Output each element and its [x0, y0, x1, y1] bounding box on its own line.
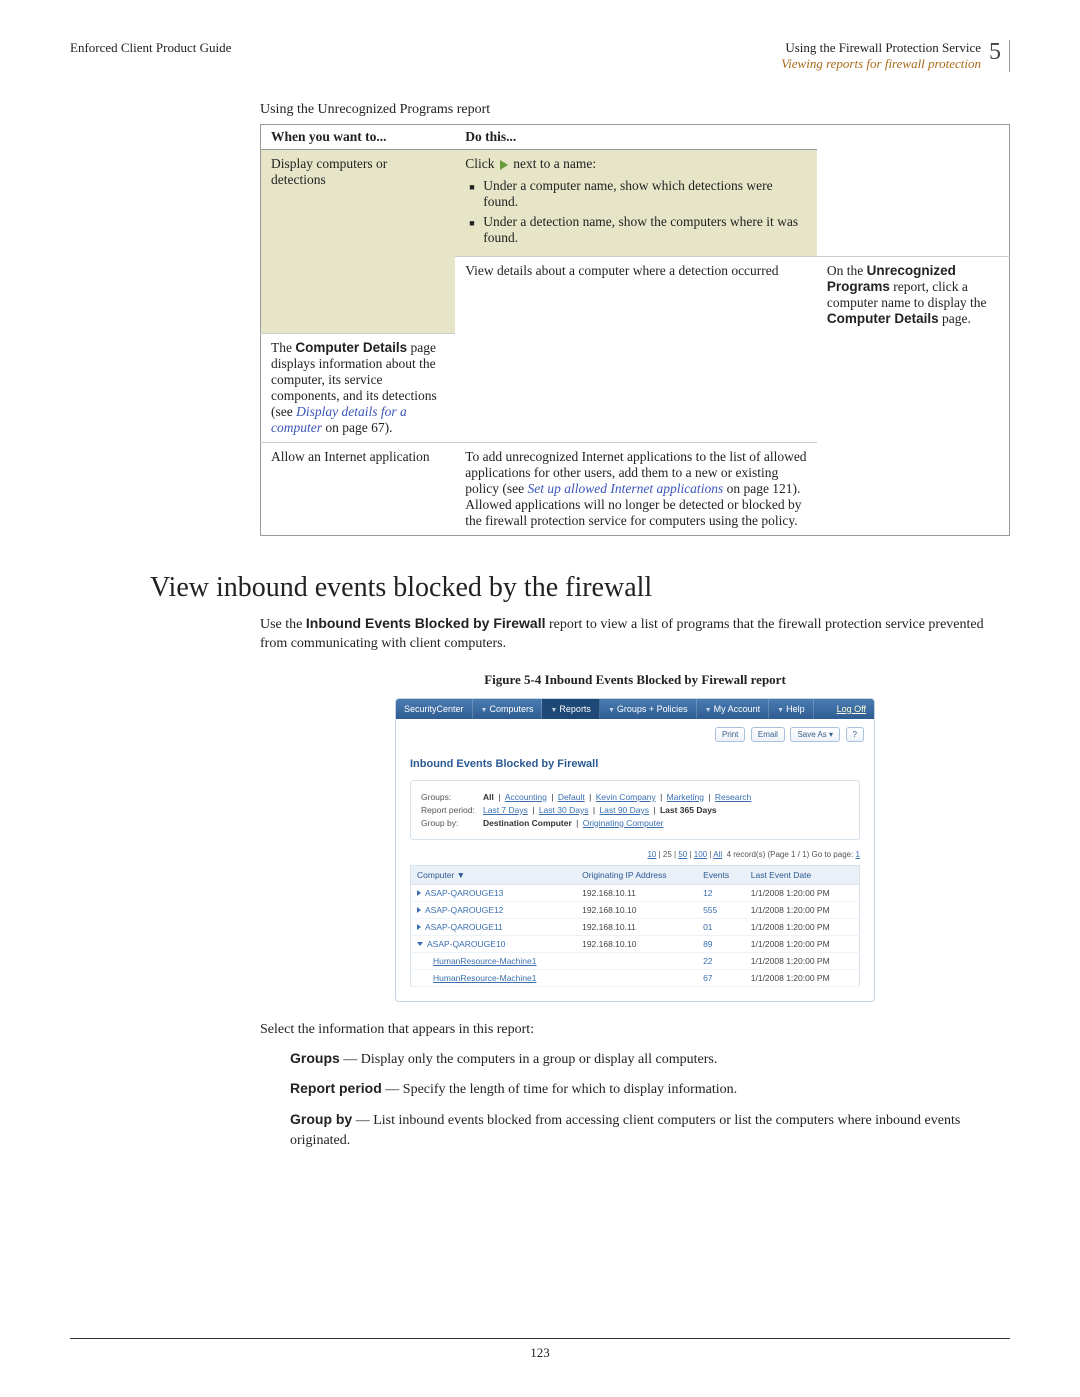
events-link[interactable]: 555 [703, 905, 717, 915]
cell-do: The Computer Details page displays infor… [261, 333, 456, 442]
page-size-option[interactable]: 100 [694, 850, 707, 859]
data-row: ASAP-QAROUGE10192.168.10.10891/1/2008 1:… [411, 935, 860, 952]
cell-when: Allow an Internet application [261, 442, 456, 535]
data-row: ASAP-QAROUGE13192.168.10.11121/1/2008 1:… [411, 884, 860, 901]
col-ip[interactable]: Originating IP Address [576, 865, 697, 884]
nav-tab-my-account[interactable]: ▼My Account [697, 699, 769, 719]
page-header: Enforced Client Product Guide Using the … [70, 40, 1010, 72]
th-do: Do this... [455, 125, 817, 150]
filter-period-option[interactable]: Last 7 Days [483, 805, 528, 815]
filter-groupby-option[interactable]: Originating Computer [583, 818, 664, 828]
ss-nav: SecurityCenter ▼Computers ▼Reports ▼Grou… [396, 699, 874, 719]
ss-report-title: Inbound Events Blocked by Firewall [410, 758, 860, 770]
def-item: Groups — Display only the computers in a… [290, 1048, 1010, 1070]
save-as-button[interactable]: Save As ▾ [790, 727, 840, 742]
header-left: Enforced Client Product Guide [70, 40, 231, 56]
filter-period-option[interactable]: Last 30 Days [539, 805, 589, 815]
cell-when: Display computers or detections [261, 150, 456, 334]
table-row: Display computers or detections Click ne… [261, 150, 1010, 257]
nav-tab-securitycenter[interactable]: SecurityCenter [396, 699, 473, 719]
section-heading: View inbound events blocked by the firew… [150, 572, 1010, 604]
print-button[interactable]: Print [715, 727, 745, 742]
collapse-icon[interactable] [417, 942, 423, 946]
col-computer[interactable]: Computer ▼ [411, 865, 577, 884]
filter-groupby-links: Destination Computer | Originating Compu… [481, 818, 666, 828]
events-link[interactable]: 12 [703, 888, 712, 898]
filter-label-period: Report period: [421, 805, 481, 815]
ss-pager: 10 | 25 | 50 | 100 | All 4 record(s) (Pa… [410, 850, 860, 859]
filter-period-option[interactable]: Last 365 Days [660, 805, 717, 815]
filter-groups-links: All | Accounting | Default | Kevin Compa… [481, 792, 753, 802]
page-number-link[interactable]: 1 [856, 850, 860, 859]
nav-tab-reports[interactable]: ▼Reports [542, 699, 599, 719]
report-screenshot: SecurityCenter ▼Computers ▼Reports ▼Grou… [395, 698, 875, 1002]
page-size-option[interactable]: 10 [647, 850, 656, 859]
col-events[interactable]: Events [697, 865, 745, 884]
header-section-2: Viewing reports for firewall protection [781, 56, 981, 72]
help-button[interactable]: ? [846, 727, 864, 742]
events-link[interactable]: 01 [703, 922, 712, 932]
filter-period-option[interactable]: Last 90 Days [599, 805, 649, 815]
cell-when: View details about a computer where a de… [455, 257, 817, 443]
email-button[interactable]: Email [751, 727, 785, 742]
events-link[interactable]: 89 [703, 939, 712, 949]
filter-group-option[interactable]: All [483, 792, 494, 802]
data-row: ASAP-QAROUGE11192.168.10.11011/1/2008 1:… [411, 918, 860, 935]
chapter-number: 5 [981, 40, 1001, 64]
data-row: HumanResource-Machine1671/1/2008 1:20:00… [411, 969, 860, 986]
filter-groupby-option[interactable]: Destination Computer [483, 818, 572, 828]
ss-data-table: Computer ▼ Originating IP Address Events… [410, 865, 860, 987]
expand-icon[interactable] [417, 924, 421, 930]
defs-lead: Select the information that appears in t… [260, 1020, 1010, 1040]
table-row: Allow an Internet application To add unr… [261, 442, 1010, 535]
figure-caption: Figure 5-4 Inbound Events Blocked by Fir… [260, 672, 1010, 688]
filter-group-option[interactable]: Accounting [505, 792, 547, 802]
header-right: Using the Firewall Protection Service Vi… [781, 40, 1010, 72]
filter-label-groups: Groups: [421, 792, 481, 802]
reference-table: When you want to... Do this... Display c… [260, 124, 1010, 536]
page-size-option[interactable]: 50 [678, 850, 687, 859]
data-row: ASAP-QAROUGE12192.168.10.105551/1/2008 1… [411, 901, 860, 918]
filter-period-links: Last 7 Days | Last 30 Days | Last 90 Day… [481, 805, 719, 815]
def-item: Group by — List inbound events blocked f… [290, 1109, 1010, 1152]
header-section-1: Using the Firewall Protection Service [781, 40, 981, 56]
page-footer: 123 [70, 1338, 1010, 1361]
col-date[interactable]: Last Event Date [745, 865, 860, 884]
filter-group-option[interactable]: Research [715, 792, 751, 802]
section-para: Use the Inbound Events Blocked by Firewa… [260, 614, 1010, 654]
ss-toolbar: Print Email Save As ▾ ? [396, 719, 874, 750]
page-number: 123 [530, 1345, 550, 1360]
table-intro: Using the Unrecognized Programs report [260, 102, 1010, 118]
list-item: Under a detection name, show the compute… [483, 214, 807, 246]
nav-tab-groups-policies[interactable]: ▼Groups + Policies [600, 699, 697, 719]
filter-group-option[interactable]: Kevin Company [596, 792, 656, 802]
cell-do: To add unrecognized Internet application… [455, 442, 817, 535]
data-row: HumanResource-Machine1221/1/2008 1:20:00… [411, 952, 860, 969]
filter-group-option[interactable]: Default [558, 792, 585, 802]
definition-list: Select the information that appears in t… [260, 1020, 1010, 1151]
page-size-option[interactable]: All [713, 850, 722, 859]
cell-do: On the Unrecognized Programs report, cli… [817, 257, 1010, 334]
cell-do: Click next to a name: Under a computer n… [455, 150, 817, 257]
ss-filters: Groups: All | Accounting | Default | Kev… [410, 780, 860, 840]
list-item: Under a computer name, show which detect… [483, 178, 807, 210]
th-when: When you want to... [261, 125, 456, 150]
expand-icon[interactable] [417, 907, 421, 913]
events-link[interactable]: 67 [703, 973, 712, 983]
def-item: Report period — Specify the length of ti… [290, 1078, 1010, 1100]
nav-tab-computers[interactable]: ▼Computers [473, 699, 543, 719]
logoff-link[interactable]: Log Off [829, 699, 874, 719]
nav-tab-help[interactable]: ▼Help [769, 699, 813, 719]
expand-icon[interactable] [417, 890, 421, 896]
xref-link[interactable]: Set up allowed Internet applications [527, 481, 723, 496]
events-link[interactable]: 22 [703, 956, 712, 966]
expand-icon [500, 160, 508, 170]
filter-label-groupby: Group by: [421, 818, 481, 828]
filter-group-option[interactable]: Marketing [667, 792, 704, 802]
